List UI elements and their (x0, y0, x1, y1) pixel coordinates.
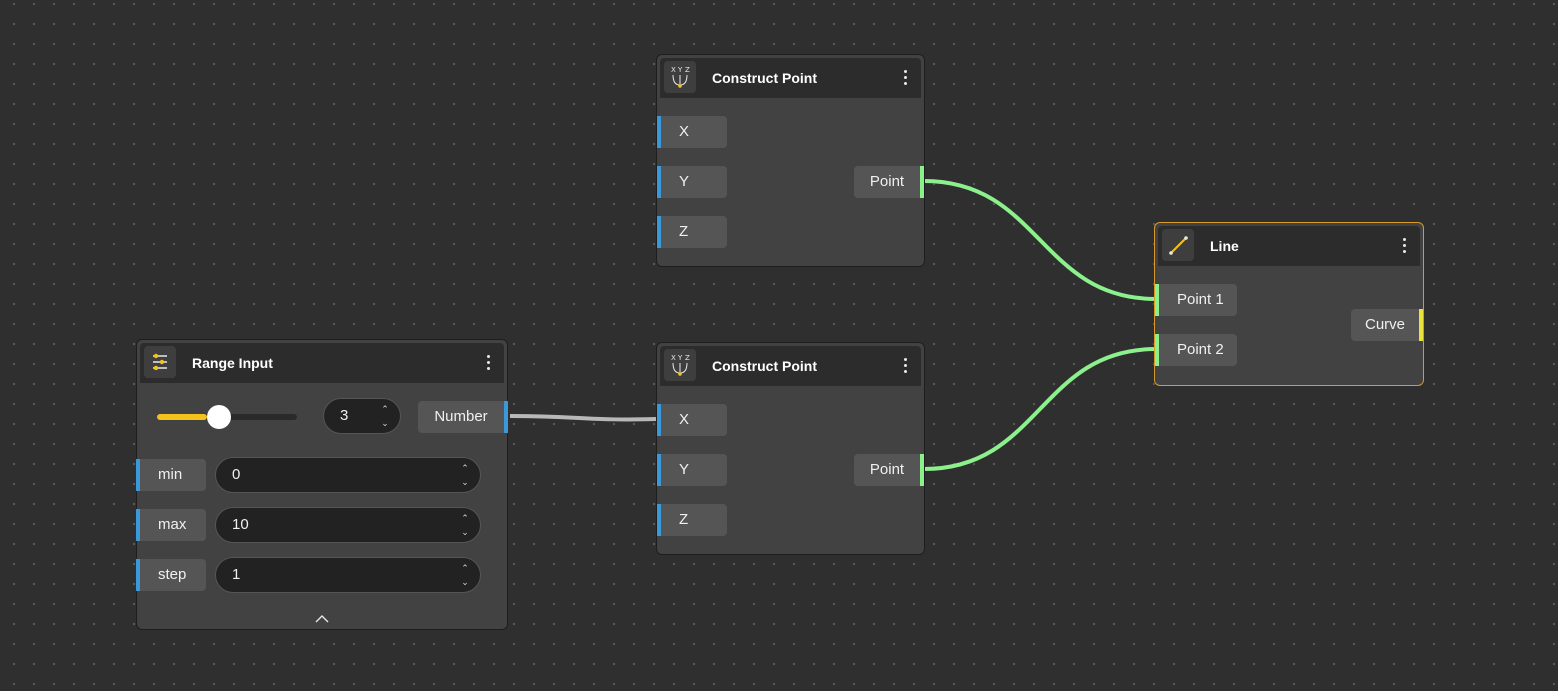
line-node[interactable]: Line Point 1 Point 2 Curve (1154, 222, 1424, 386)
svg-text:Y: Y (677, 66, 683, 74)
spinner[interactable]: ⌃ ⌄ (460, 511, 470, 539)
node-title: Construct Point (712, 358, 817, 374)
port-label: Z (679, 511, 689, 528)
port-label: Number (434, 408, 488, 425)
input-port-z[interactable]: Z (657, 504, 727, 536)
chevron-down-icon[interactable]: ⌄ (460, 525, 470, 539)
chevron-up-icon[interactable]: ⌃ (460, 561, 470, 575)
construct-point-node-2[interactable]: X Y Z Construct Point X Y Z Point (656, 342, 925, 555)
port-label: X (679, 411, 690, 428)
port-label: Point 2 (1177, 341, 1224, 358)
slider-fill (157, 414, 207, 420)
field-value: 10 (232, 516, 249, 533)
svg-text:X: X (671, 354, 676, 362)
field-value: 0 (232, 466, 241, 483)
input-port-y[interactable]: Y (657, 454, 727, 486)
chevron-down-icon[interactable]: ⌄ (380, 416, 390, 430)
chevron-up-icon[interactable]: ⌃ (460, 511, 470, 525)
slider-thumb[interactable] (207, 405, 231, 429)
range-slider[interactable] (157, 405, 297, 429)
range-input-node[interactable]: Range Input 3 ⌃ ⌄ Number min 0 ⌃ ⌄ max 10 … (136, 339, 508, 630)
sliders-icon (144, 346, 176, 378)
input-port-x[interactable]: X (657, 404, 727, 436)
input-port-y[interactable]: Y (657, 166, 727, 198)
svg-text:Y: Y (677, 354, 683, 362)
max-field[interactable]: 10 ⌃ ⌄ (215, 507, 481, 543)
input-port-z[interactable]: Z (657, 216, 727, 248)
port-label: min (158, 466, 183, 483)
svg-text:Z: Z (685, 66, 690, 74)
more-vertical-icon[interactable] (899, 355, 911, 377)
node-header[interactable]: X Y Z Construct Point (660, 346, 921, 386)
line-icon (1162, 229, 1194, 261)
port-label: Point (869, 173, 905, 190)
value-text: 3 (340, 407, 349, 424)
port-label: X (679, 123, 690, 140)
xyz-icon: X Y Z (664, 349, 696, 381)
node-header[interactable]: Line (1158, 226, 1420, 266)
more-vertical-icon[interactable] (1398, 235, 1410, 257)
chevron-down-icon[interactable]: ⌄ (460, 475, 470, 489)
spinner[interactable]: ⌃ ⌄ (380, 402, 390, 430)
input-port-point-2[interactable]: Point 2 (1155, 334, 1237, 366)
port-label: Curve (1364, 316, 1405, 333)
port-label: step (158, 566, 187, 583)
node-title: Line (1210, 238, 1239, 254)
spinner[interactable]: ⌃ ⌄ (460, 461, 470, 489)
collapse-chevron-up-icon[interactable] (312, 612, 332, 626)
more-vertical-icon[interactable] (482, 352, 494, 374)
node-header[interactable]: Range Input (140, 343, 504, 383)
port-label: max (158, 516, 187, 533)
port-label: Y (679, 173, 690, 190)
wire-point-to-point1[interactable] (923, 179, 1157, 301)
more-vertical-icon[interactable] (899, 67, 911, 89)
step-field[interactable]: 1 ⌃ ⌄ (215, 557, 481, 593)
chevron-up-icon[interactable]: ⌃ (460, 461, 470, 475)
output-port-point[interactable]: Point (854, 166, 924, 198)
field-value: 1 (232, 566, 241, 583)
chevron-down-icon[interactable]: ⌄ (460, 575, 470, 589)
node-title: Range Input (192, 355, 273, 371)
output-port-curve[interactable]: Curve (1351, 309, 1423, 341)
port-label: Z (679, 223, 689, 240)
spinner[interactable]: ⌃ ⌄ (460, 561, 470, 589)
value-input[interactable]: 3 ⌃ ⌄ (323, 398, 401, 434)
output-port-point[interactable]: Point (854, 454, 924, 486)
port-label: Point (869, 461, 905, 478)
port-label: Point 1 (1177, 291, 1224, 308)
construct-point-node-1[interactable]: X Y Z Construct Point X Y Z Point (656, 54, 925, 267)
input-port-min[interactable]: min (136, 459, 206, 491)
input-port-max[interactable]: max (136, 509, 206, 541)
svg-text:Z: Z (685, 354, 690, 362)
input-port-step[interactable]: step (136, 559, 206, 591)
chevron-up-icon[interactable]: ⌃ (380, 402, 390, 416)
node-title: Construct Point (712, 70, 817, 86)
svg-text:X: X (671, 66, 676, 74)
node-header[interactable]: X Y Z Construct Point (660, 58, 921, 98)
input-port-point-1[interactable]: Point 1 (1155, 284, 1237, 316)
wire-point-to-point2[interactable] (923, 347, 1157, 471)
xyz-icon: X Y Z (664, 61, 696, 93)
min-field[interactable]: 0 ⌃ ⌄ (215, 457, 481, 493)
output-port-number[interactable]: Number (418, 401, 508, 433)
port-label: Y (679, 461, 690, 478)
input-port-x[interactable]: X (657, 116, 727, 148)
wire-number-to-x[interactable] (509, 414, 657, 422)
